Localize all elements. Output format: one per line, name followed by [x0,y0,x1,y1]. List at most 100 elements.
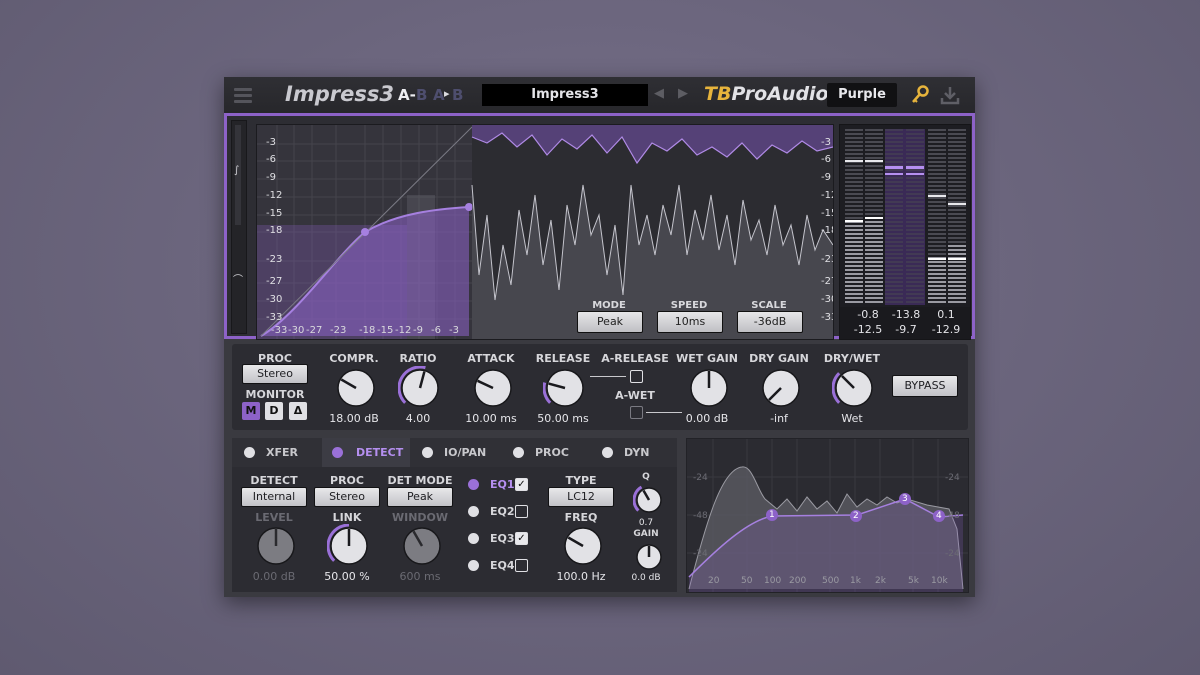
eq-x-tick: 100 [764,576,782,586]
link-knob[interactable] [326,523,371,572]
dry-gain-label: DRY GAIN [749,352,809,365]
compr-knob[interactable] [334,366,378,414]
app-title: Impress3 [285,82,394,106]
y-axis-label-left: -18 [266,225,283,236]
proc-selector[interactable]: Stereo [242,364,308,384]
eq1-radio[interactable] [468,479,479,490]
eq4-label: EQ4 [490,559,515,572]
y-axis-label-left: -27 [266,276,283,287]
detect-selector[interactable]: Internal [241,487,307,507]
monitor-m-button[interactable]: M [242,402,260,420]
eq3-checkbox[interactable]: ✓ [515,532,528,545]
sidechain-eq-display[interactable]: 1 2 3 4 -24 -48 -24 -24 -48 -24 20 50 10… [686,438,969,593]
ab-a-button[interactable]: A- [398,86,416,104]
release-value: 50.00 ms [537,412,589,425]
y-axis-label-right: -30 [821,294,833,305]
y-axis-label-left: -12 [266,190,283,201]
a-wet-checkbox[interactable] [630,406,643,419]
eq-band-node-2[interactable]: 2 [853,511,859,521]
y-axis-label-left: -3 [266,137,276,148]
tab-dyn-label: DYN [624,446,650,459]
eq-gain-knob[interactable] [633,541,665,577]
dry-wet-label: DRY/WET [823,352,881,365]
eq-band-node-3[interactable]: 3 [902,494,908,504]
monitor-delta-button[interactable]: Δ [289,402,307,420]
det-mode-selector[interactable]: Peak [387,487,453,507]
eq2-checkbox[interactable] [515,505,528,518]
x-axis-label: -33 [271,325,288,336]
preset-next-icon[interactable]: ▶ [678,86,688,101]
preset-prev-icon[interactable]: ◀ [654,86,664,101]
eq-y-label-right-2: -48 [945,511,960,521]
freq-label: FREQ [564,511,598,524]
eq3-row[interactable]: EQ3 ✓ [468,530,538,546]
side-slider[interactable]: ∫ ⌒ [231,120,247,334]
level-knob[interactable] [254,524,298,572]
q-knob[interactable] [632,484,665,520]
monitor-d-button[interactable]: D [265,402,283,420]
knee-node[interactable] [465,203,473,211]
dry-gain-knob[interactable] [759,366,803,414]
transfer-analyzer-display[interactable]: -3-6-9-12-15-18-23-27-30-33 -3-6-9-12-15… [256,124,834,340]
a-release-checkbox[interactable] [630,370,643,383]
freq-knob[interactable] [561,524,605,572]
eq2-radio[interactable] [468,506,479,517]
ab-copy-b-label[interactable]: B [452,86,463,104]
tab-xfer[interactable]: XFER [244,438,324,467]
y-axis-label-right: -6 [821,154,831,165]
skin-selector-button[interactable]: Purple [827,83,897,107]
tab-io-pan-radio [422,447,433,458]
threshold-node[interactable] [361,228,369,236]
y-axis-label-right: -9 [821,172,831,183]
wet-gain-knob[interactable] [687,366,731,414]
curve-soft-icon[interactable]: ∫ [234,165,239,176]
eq-band-node-4[interactable]: 4 [936,511,942,521]
q-value: 0.7 [638,518,654,528]
eq3-label: EQ3 [490,532,515,545]
attack-knob[interactable] [471,366,515,414]
eq2-row[interactable]: EQ2 [468,503,538,519]
preset-name-display[interactable]: Impress3 [482,84,648,106]
dry-wet-knob[interactable] [831,366,876,414]
key-icon[interactable] [910,85,930,105]
ab-copy-a-label[interactable]: A [433,86,445,104]
window-knob[interactable] [400,524,444,572]
eq-x-tick: 50 [741,576,753,586]
detect-proc-selector[interactable]: Stereo [314,487,380,507]
speed-selector[interactable]: 10ms [657,311,723,333]
curve-hard-icon[interactable]: ⌒ [233,271,243,286]
eq-y-label-right-1: -24 [945,473,960,483]
eq4-checkbox[interactable] [515,559,528,572]
a-release-line [590,376,626,377]
wet-gain-value: 0.00 dB [685,412,729,425]
eq1-row[interactable]: EQ1 ✓ [468,476,538,492]
ab-copy-arrow-icon[interactable]: ▸ [444,87,450,100]
eq1-checkbox[interactable]: ✓ [515,478,528,491]
eq3-radio[interactable] [468,533,479,544]
mode-selector[interactable]: Peak [577,311,643,333]
meter-peak-in: -0.8 [857,308,879,321]
bypass-button[interactable]: BYPASS [892,375,958,397]
main-controls-panel: PROC Stereo MONITOR M D Δ COMPR. 18.00 d… [232,344,968,430]
tab-proc[interactable]: PROC [513,438,593,467]
eq-band-node-1[interactable]: 1 [769,510,775,520]
menu-icon[interactable] [224,77,260,113]
type-selector[interactable]: LC12 [548,487,614,507]
tab-detect-radio [332,447,343,458]
eq-y-label-left-2: -48 [693,511,708,521]
eq4-row[interactable]: EQ4 [468,557,538,573]
ratio-value: 4.00 [405,412,431,425]
tab-io-pan[interactable]: IO/PAN [422,438,512,467]
download-icon[interactable] [940,85,960,105]
release-knob[interactable] [542,366,587,414]
x-axis-label: -30 [288,325,305,336]
y-axis-label-right: -12 [821,190,833,201]
scale-selector[interactable]: -36dB [737,311,803,333]
ab-b-button[interactable]: B [416,86,427,104]
y-axis-label-right: -15 [821,208,833,219]
ratio-knob[interactable] [397,365,442,414]
tab-dyn[interactable]: DYN [602,438,672,467]
wet-gain-label: WET GAIN [676,352,738,365]
eq4-radio[interactable] [468,560,479,571]
tab-detect[interactable]: DETECT [322,438,410,467]
